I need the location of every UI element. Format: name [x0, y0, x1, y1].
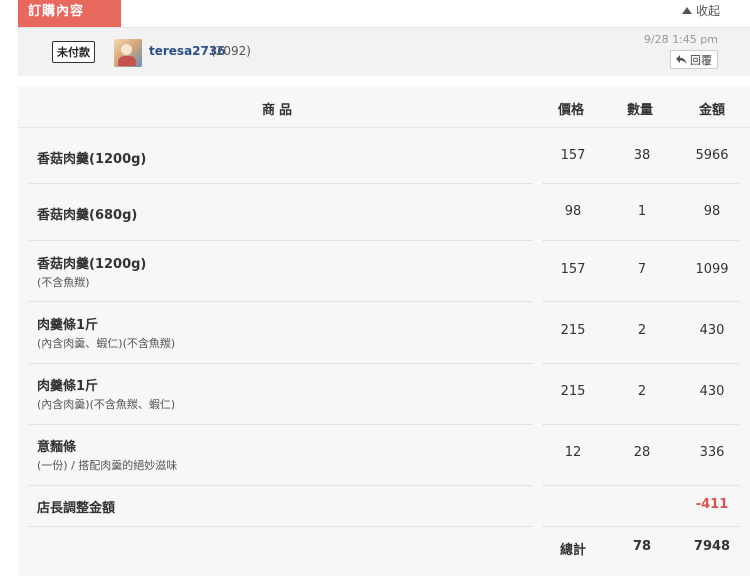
table-row: 意麵條 (一份) / 搭配肉羹的絕妙滋味 12 28 336: [18, 425, 750, 485]
item-qty: 2: [637, 384, 647, 399]
item-price: 157: [560, 148, 586, 163]
table-row: 香菇肉羹(1200g) (不含魚羰) 157 7 1099: [18, 241, 750, 301]
table-header: 商品 價格 數量 金額: [18, 86, 750, 127]
item-note: (一份) / 搭配肉羹的絕妙滋味: [37, 459, 178, 472]
item-name: 香菇肉羹(1200g): [37, 152, 147, 167]
avatar[interactable]: [114, 39, 142, 67]
header-product: 商品: [262, 103, 297, 118]
item-amount: 98: [703, 204, 721, 219]
item-amount: 430: [699, 323, 725, 338]
item-qty: 7: [637, 262, 647, 277]
item-qty: 28: [633, 445, 651, 460]
item-qty: 1: [637, 204, 647, 219]
item-qty: 2: [637, 323, 647, 338]
item-name: 意麵條: [37, 440, 77, 455]
item-name: 香菇肉羹(1200g): [37, 257, 147, 272]
triangle-up-icon: [681, 7, 692, 14]
payment-status-badge: 未付款: [52, 41, 95, 63]
item-note: (不含魚羰): [37, 276, 90, 289]
reply-button[interactable]: 回覆: [670, 50, 718, 69]
item-amount: 5966: [695, 148, 729, 163]
collapse-label: 收起: [695, 4, 720, 18]
item-price: 98: [564, 204, 582, 219]
item-name: 肉羹條1斤: [37, 379, 99, 394]
adjustment-amount: -411: [695, 497, 729, 512]
total-amount: 7948: [693, 539, 731, 554]
header-qty: 數量: [627, 103, 654, 118]
total-row: 總計 78 7948: [18, 527, 750, 567]
buyer-score: (2092): [211, 44, 251, 58]
item-qty: 38: [633, 148, 651, 163]
header-amount: 金額: [699, 103, 726, 118]
item-amount: 430: [699, 384, 725, 399]
message-timestamp: 9/28 1:45 pm: [643, 33, 718, 46]
item-name: 肉羹條1斤: [37, 318, 99, 333]
item-note: (內含肉羹、蝦仁)(不含魚羰): [37, 337, 176, 350]
item-name: 香菇肉羹(680g): [37, 208, 138, 223]
header-price: 價格: [558, 103, 585, 118]
table-row: 肉羹條1斤 (內含肉羹、蝦仁)(不含魚羰) 215 2 430: [18, 302, 750, 363]
table-row: 香菇肉羹(680g) 98 1 98: [18, 184, 750, 241]
item-price: 157: [560, 262, 586, 277]
total-label: 總計: [559, 543, 586, 558]
table-row: 香菇肉羹(1200g) 157 38 5966: [18, 128, 750, 183]
item-amount: 336: [699, 445, 725, 460]
total-qty: 78: [632, 539, 652, 554]
collapse-button[interactable]: 收起: [681, 2, 720, 19]
adjustment-label: 店長調整金額: [37, 501, 116, 516]
item-price: 215: [560, 323, 586, 338]
item-price: 215: [560, 384, 586, 399]
order-content-tab[interactable]: 訂購內容: [18, 0, 121, 27]
item-amount: 1099: [695, 262, 729, 277]
adjustment-row: 店長調整金額 -411: [18, 486, 750, 526]
reply-arrow-icon: [676, 55, 687, 64]
buyer-bar: 未付款 teresa2736 (2092) 9/28 1:45 pm 回覆: [18, 27, 750, 76]
item-note: (內含肉羹)(不含魚羰、蝦仁): [37, 398, 176, 411]
reply-label: 回覆: [690, 53, 712, 67]
table-row: 肉羹條1斤 (內含肉羹)(不含魚羰、蝦仁) 215 2 430: [18, 364, 750, 424]
item-price: 12: [564, 445, 582, 460]
order-items-table: 商品 價格 數量 金額 香菇肉羹(1200g) 157 38 5966 香菇肉羹…: [18, 86, 750, 576]
